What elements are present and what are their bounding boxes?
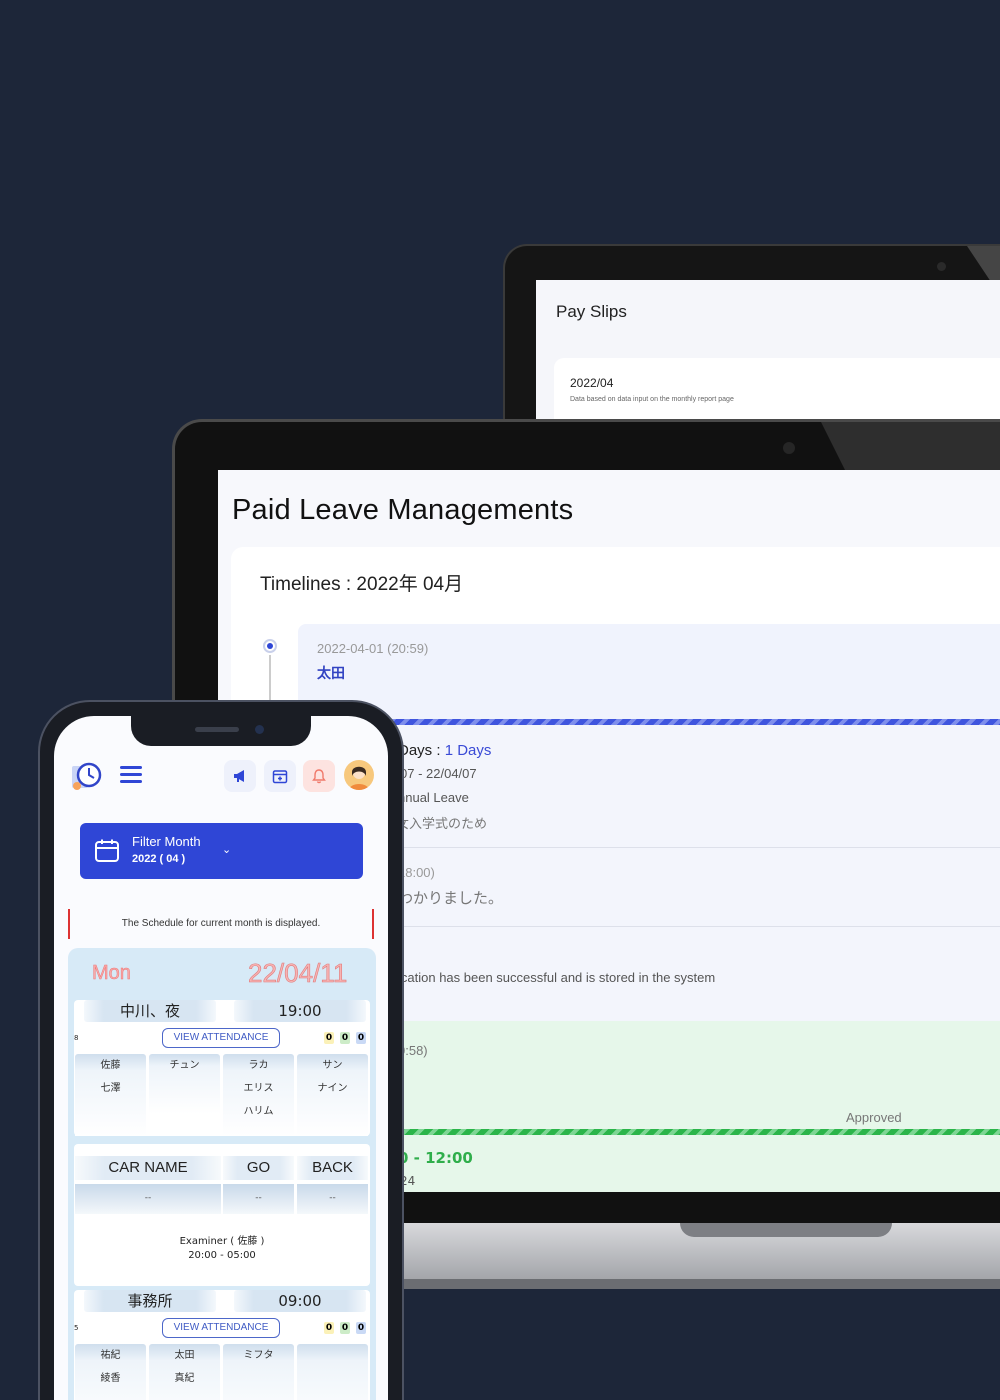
staff-name: ラカ bbox=[248, 1060, 269, 1071]
count-yellow: 0 bbox=[324, 1322, 334, 1334]
system-message: ication has been successful and is store… bbox=[398, 970, 716, 985]
timeline-title: Timelines : 2022年 04月 bbox=[260, 574, 464, 595]
phone-device: Filter Month 2022 ( 04 ) ⌄ The Schedule … bbox=[38, 700, 404, 1400]
shift-time: 19:00 bbox=[234, 1000, 366, 1022]
count-green: 0 bbox=[340, 1032, 350, 1044]
payslip-month: 2022/04 bbox=[570, 376, 614, 390]
car-name-header: CAR NAME bbox=[75, 1156, 221, 1180]
staff-column: 祐紀 綾香 bbox=[75, 1344, 146, 1400]
entry-user-name: 太田 bbox=[317, 666, 345, 682]
phone-screen: Filter Month 2022 ( 04 ) ⌄ The Schedule … bbox=[54, 716, 388, 1400]
shift-location: 事務所 bbox=[84, 1290, 216, 1312]
app-logo-icon[interactable] bbox=[70, 758, 104, 792]
hamburger-menu-icon[interactable] bbox=[120, 766, 142, 784]
calendar-icon bbox=[95, 839, 119, 862]
leave-days-label: Days : bbox=[398, 742, 445, 759]
leave-days: Days : 1 Days bbox=[398, 742, 491, 759]
car-go-header: GO bbox=[223, 1156, 294, 1180]
bell-icon[interactable] bbox=[303, 760, 335, 792]
filter-month-value: 2022 ( 04 ) bbox=[132, 853, 186, 865]
phone-speaker bbox=[195, 727, 239, 732]
approved-panel: 0:58) Approved 0 - 12:00 24 bbox=[368, 1021, 1000, 1192]
camera bbox=[783, 442, 795, 454]
payslip-description: Data based on data input on the monthly … bbox=[570, 396, 734, 403]
leave-reason: 女入学式のため bbox=[396, 817, 488, 832]
count-yellow: 0 bbox=[324, 1032, 334, 1044]
view-attendance-button[interactable]: VIEW ATTENDANCE bbox=[162, 1028, 280, 1048]
shift-number: 5 bbox=[74, 1324, 79, 1332]
count-green: 0 bbox=[340, 1322, 350, 1334]
examiner-hours: 20:00 - 05:00 bbox=[188, 1250, 256, 1261]
car-name-value: -- bbox=[75, 1184, 221, 1214]
leave-type: nnual Leave bbox=[398, 790, 469, 805]
leave-request-panel: Days : 1 Days 07 - 22/04/07 nnual Leave … bbox=[368, 725, 1000, 1021]
shift-block: 中川、夜 19:00 8 VIEW ATTENDANCE 0 0 0 佐藤 七澤… bbox=[74, 1000, 370, 1136]
divider bbox=[368, 847, 1000, 848]
schedule-day: Mon bbox=[92, 962, 131, 985]
shift-number: 8 bbox=[74, 1034, 79, 1042]
staff-column: ラカ エリス ハリム bbox=[223, 1054, 294, 1136]
staff-name: ハリム bbox=[243, 1106, 274, 1117]
staff-column: チュン bbox=[149, 1054, 220, 1114]
staff-name: ナイン bbox=[317, 1083, 348, 1094]
staff-column: 太田 真紀 bbox=[149, 1344, 220, 1400]
staff-column bbox=[297, 1344, 368, 1400]
shift-block: 事務所 09:00 5 VIEW ATTENDANCE 0 0 0 祐紀 綾香 … bbox=[74, 1290, 370, 1400]
view-attendance-button[interactable]: VIEW ATTENDANCE bbox=[162, 1318, 280, 1338]
laptop-base-notch bbox=[680, 1223, 892, 1237]
car-block: CAR NAME GO BACK -- -- -- Examiner ( 佐藤 … bbox=[74, 1144, 370, 1286]
chevron-down-icon: ⌄ bbox=[222, 843, 232, 856]
staff-column: サン ナイン bbox=[297, 1054, 368, 1136]
bezel-gloss bbox=[821, 422, 1000, 470]
staff-name: 真紀 bbox=[174, 1373, 195, 1384]
leave-days-value: 1 Days bbox=[444, 742, 492, 759]
filter-month-button[interactable]: Filter Month 2022 ( 04 ) ⌄ bbox=[80, 823, 363, 879]
schedule-card: Mon 22/04/11 中川、夜 19:00 8 VIEW ATTENDANC… bbox=[68, 948, 376, 1400]
staff-column: 佐藤 七澤 bbox=[75, 1054, 146, 1136]
approved-label: Approved bbox=[846, 1110, 902, 1125]
bezel-gloss bbox=[967, 246, 1000, 282]
payslips-laptop: Pay Slips 2022/04 Data based on data inp… bbox=[503, 244, 1000, 444]
page-title: Paid Leave Managements bbox=[232, 494, 574, 526]
count-blue: 0 bbox=[356, 1322, 366, 1334]
shift-time: 09:00 bbox=[234, 1290, 366, 1312]
staff-name: サン bbox=[322, 1060, 343, 1071]
payslip-card[interactable]: 2022/04 Data based on data input on the … bbox=[554, 358, 1000, 426]
camera bbox=[937, 262, 946, 271]
staff-name: 綾香 bbox=[100, 1373, 121, 1384]
schedule-notice: The Schedule for current month is displa… bbox=[68, 909, 374, 939]
staff-column: ミフタ bbox=[223, 1344, 294, 1400]
leave-date-range: 07 - 22/04/07 bbox=[400, 766, 477, 781]
staff-name: ミフタ bbox=[243, 1350, 274, 1361]
examiner-label: Examiner ( 佐藤 ) bbox=[179, 1236, 265, 1247]
reply-message: わかりました。 bbox=[398, 889, 504, 907]
schedule-date: 22/04/11 bbox=[248, 958, 348, 989]
approved-hours: 0 - 12:00 bbox=[398, 1149, 473, 1167]
calendar-add-icon[interactable] bbox=[264, 760, 296, 792]
car-back-value: -- bbox=[297, 1184, 368, 1214]
filter-month-label: Filter Month bbox=[132, 834, 201, 849]
car-back-header: BACK bbox=[297, 1156, 368, 1180]
count-blue: 0 bbox=[356, 1032, 366, 1044]
schedule-notice-text: The Schedule for current month is displa… bbox=[121, 918, 321, 929]
phone-camera bbox=[255, 725, 264, 734]
staff-name: エリス bbox=[243, 1083, 274, 1094]
approved-divider bbox=[368, 1129, 1000, 1135]
car-go-value: -- bbox=[223, 1184, 294, 1214]
staff-name: チュン bbox=[169, 1060, 200, 1071]
entry-timestamp: 2022-04-01 (20:59) bbox=[317, 641, 429, 656]
staff-name: 佐藤 bbox=[100, 1060, 121, 1071]
announcement-icon[interactable] bbox=[224, 760, 256, 792]
shift-location: 中川、夜 bbox=[84, 1000, 216, 1022]
timeline-dot bbox=[263, 639, 277, 653]
staff-name: 七澤 bbox=[100, 1083, 121, 1094]
divider bbox=[368, 926, 1000, 927]
timeline-entry[interactable]: 2022-04-01 (20:59) 太田 bbox=[298, 624, 1000, 720]
payslips-title: Pay Slips bbox=[556, 302, 627, 321]
staff-name: 祐紀 bbox=[100, 1350, 121, 1361]
payslips-screen: Pay Slips 2022/04 Data based on data inp… bbox=[536, 280, 1000, 426]
user-avatar[interactable] bbox=[344, 760, 374, 790]
staff-name: 太田 bbox=[174, 1350, 195, 1361]
